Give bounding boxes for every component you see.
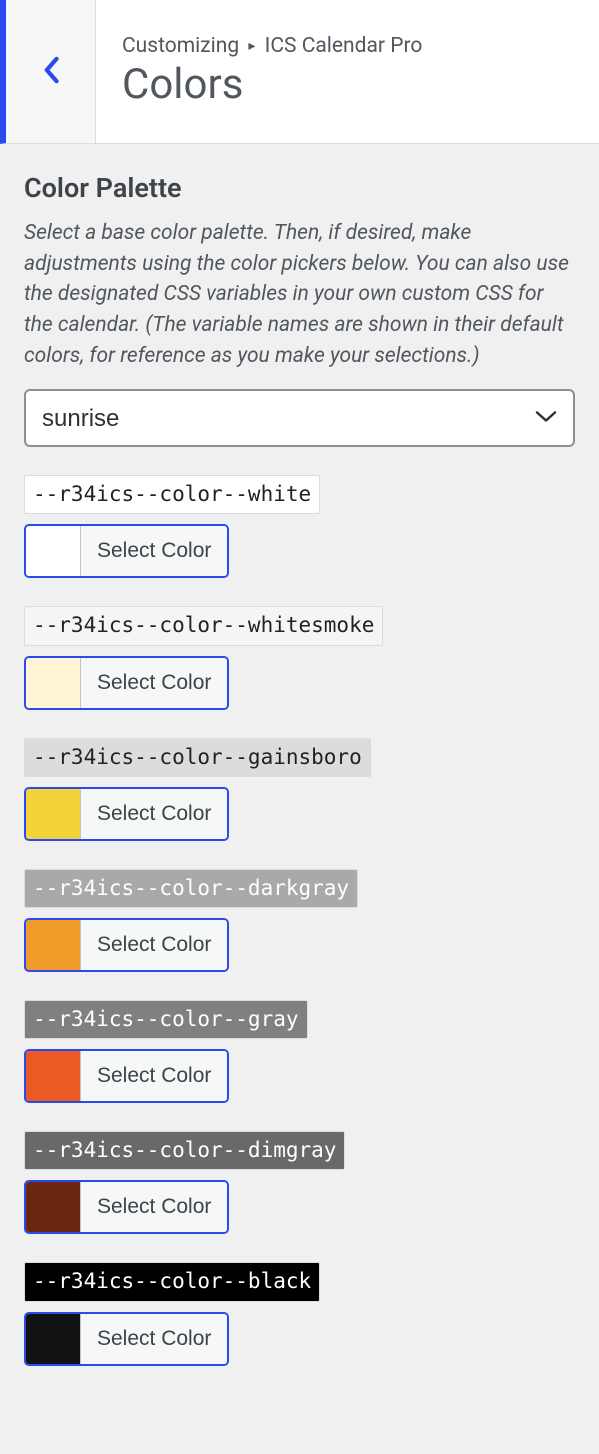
css-var-label: --r34ics--color--dimgray [24,1131,345,1170]
select-color-button[interactable]: Select Color [81,920,227,970]
customizer-header: Customizing ▸ ICS Calendar Pro Colors [0,0,599,144]
breadcrumb-sep: ▸ [248,38,255,54]
color-row: --r34ics--color--black Select Color [24,1262,575,1367]
color-swatch[interactable] [26,658,81,708]
back-button[interactable] [6,0,96,143]
css-var-label: --r34ics--color--whitesmoke [24,606,383,645]
color-row: --r34ics--color--whitesmoke Select Color [24,606,575,711]
color-picker[interactable]: Select Color [24,918,229,972]
page-title: Colors [122,62,422,108]
select-color-button[interactable]: Select Color [81,526,227,576]
select-color-button[interactable]: Select Color [81,789,227,839]
css-var-label: --r34ics--color--white [24,475,320,514]
color-row: --r34ics--color--white Select Color [24,475,575,580]
palette-select-wrap: sunrise [24,389,575,447]
color-swatch[interactable] [26,526,81,576]
breadcrumb-section: ICS Calendar Pro [265,34,423,58]
css-var-label: --r34ics--color--black [24,1262,320,1301]
select-color-button[interactable]: Select Color [81,1182,227,1232]
color-swatch[interactable] [26,1182,81,1232]
color-row: --r34ics--color--dimgray Select Color [24,1131,575,1236]
content: Color Palette Select a base color palett… [0,144,599,1422]
color-row: --r34ics--color--gainsboro Select Color [24,738,575,843]
palette-select[interactable]: sunrise [24,389,575,447]
color-picker[interactable]: Select Color [24,787,229,841]
select-color-button[interactable]: Select Color [81,1314,227,1364]
breadcrumb-root: Customizing [122,34,239,58]
color-swatch[interactable] [26,1051,81,1101]
color-picker[interactable]: Select Color [24,1180,229,1234]
section-title: Color Palette [24,172,575,204]
header-text: Customizing ▸ ICS Calendar Pro Colors [96,0,448,143]
color-picker[interactable]: Select Color [24,656,229,710]
css-var-label: --r34ics--color--gray [24,1000,308,1039]
chevron-left-icon [41,56,61,87]
select-color-button[interactable]: Select Color [81,658,227,708]
css-var-label: --r34ics--color--gainsboro [24,738,371,777]
select-color-button[interactable]: Select Color [81,1051,227,1101]
color-picker[interactable]: Select Color [24,1049,229,1103]
color-row: --r34ics--color--gray Select Color [24,1000,575,1105]
css-var-label: --r34ics--color--darkgray [24,869,358,908]
color-swatch[interactable] [26,789,81,839]
color-picker[interactable]: Select Color [24,1312,229,1366]
color-picker[interactable]: Select Color [24,524,229,578]
colors-list: --r34ics--color--whiteSelect Color--r34i… [24,475,575,1367]
color-swatch[interactable] [26,1314,81,1364]
breadcrumb: Customizing ▸ ICS Calendar Pro [122,34,422,58]
color-row: --r34ics--color--darkgray Select Color [24,869,575,974]
section-description: Select a base color palette. Then, if de… [24,218,575,371]
color-swatch[interactable] [26,920,81,970]
